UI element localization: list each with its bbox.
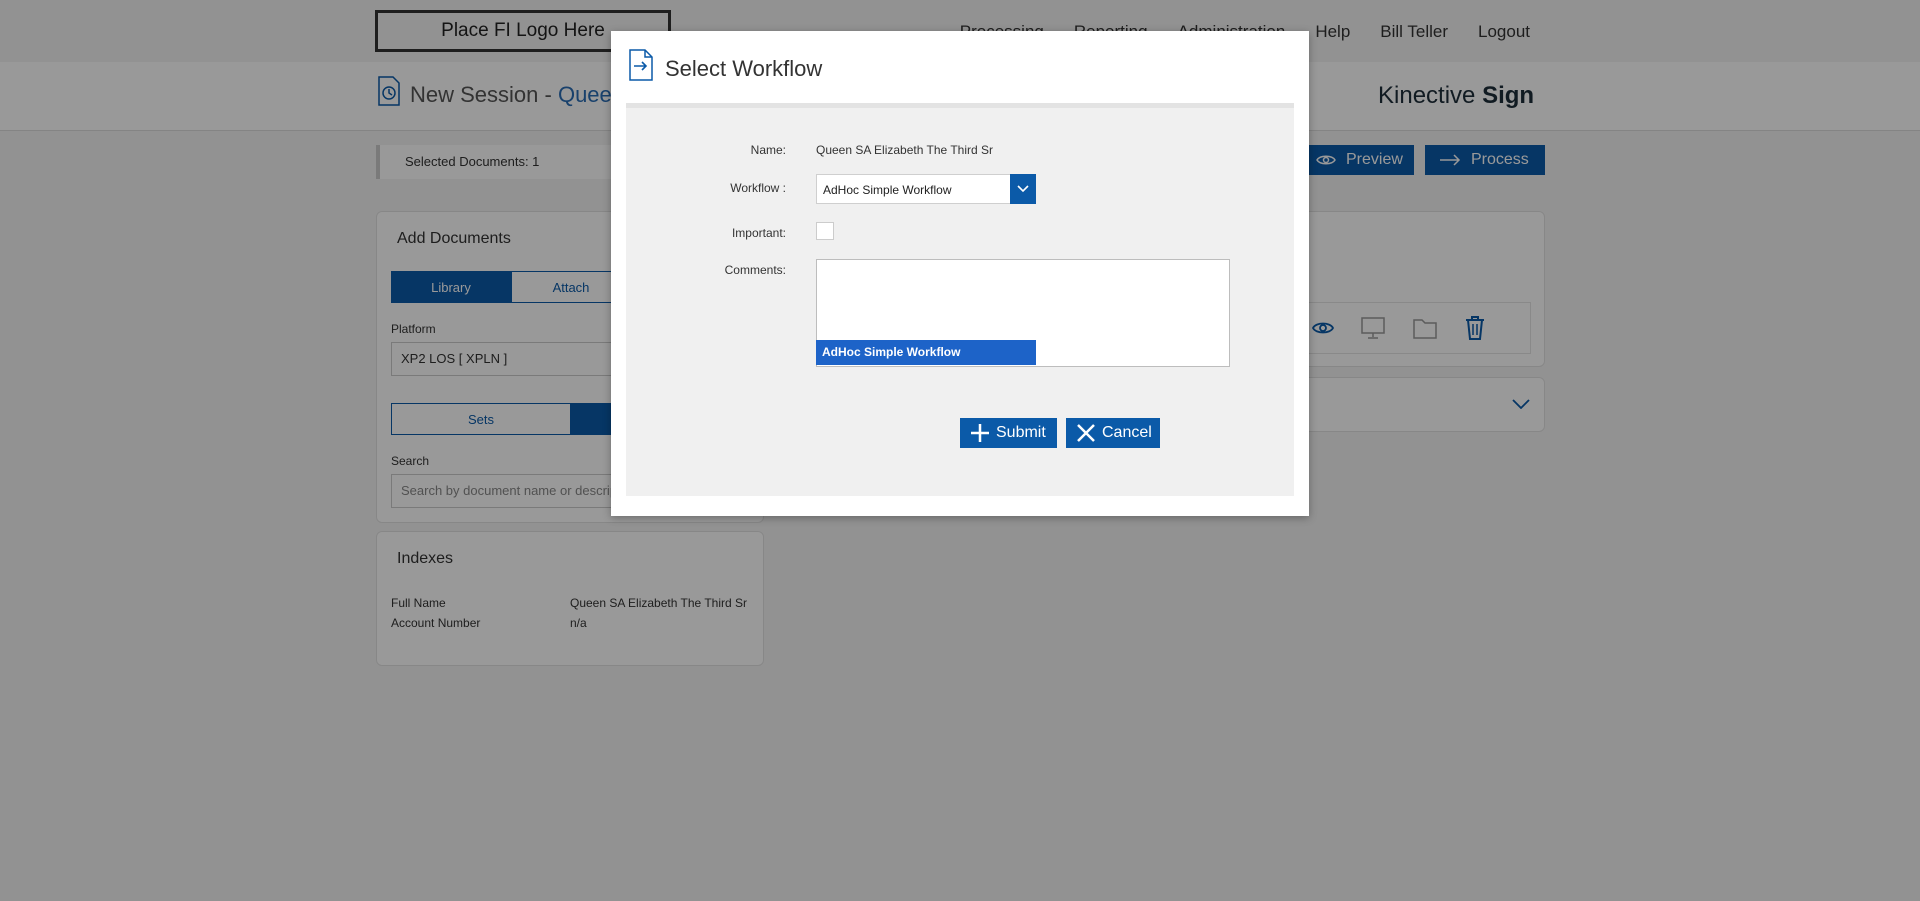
select-workflow-dialog: Select Workflow Name: Queen SA Elizabeth…: [611, 31, 1309, 516]
document-arrow-icon: [629, 49, 653, 81]
important-checkbox[interactable]: [816, 222, 834, 240]
name-value: Queen SA Elizabeth The Third Sr: [816, 143, 993, 157]
submit-button[interactable]: Submit: [960, 418, 1057, 448]
workflow-select[interactable]: AdHoc Simple Workflow: [816, 174, 1036, 204]
dialog-title: Select Workflow: [665, 56, 823, 81]
cancel-label: Cancel: [1102, 424, 1152, 441]
workflow-option-adhoc[interactable]: AdHoc Simple Workflow: [816, 340, 1036, 365]
chevron-down-icon[interactable]: [1010, 174, 1036, 204]
workflow-selected-value: AdHoc Simple Workflow: [823, 183, 952, 197]
dialog-body: Name: Queen SA Elizabeth The Third Sr Wo…: [626, 103, 1294, 496]
cancel-button[interactable]: Cancel: [1066, 418, 1160, 448]
close-icon: [1077, 424, 1095, 442]
plus-icon: [971, 424, 989, 442]
submit-label: Submit: [996, 424, 1046, 441]
important-label: Important:: [731, 226, 786, 240]
workflow-label: Workflow :: [730, 181, 786, 195]
name-label: Name:: [750, 143, 786, 157]
comments-label: Comments:: [724, 263, 786, 277]
